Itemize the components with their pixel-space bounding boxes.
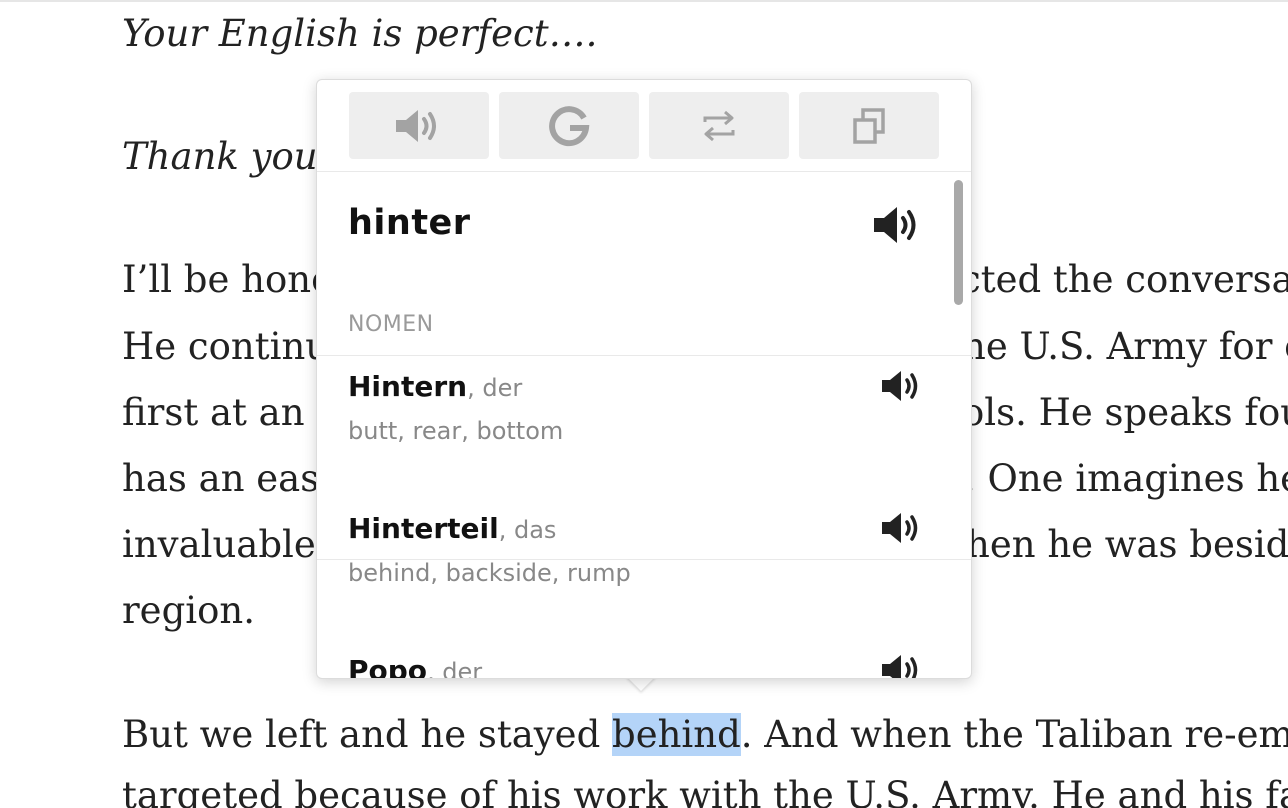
entry-translations: butt, rear, bottom: [348, 417, 564, 445]
headword-speaker-icon[interactable]: [872, 204, 924, 246]
article-line: first at an a: [122, 391, 339, 434]
google-translate-button[interactable]: [499, 92, 639, 159]
article-line: region.: [122, 589, 255, 632]
entry-translations: behind, backside, rump: [348, 559, 631, 587]
entry-headword: Hintern: [348, 370, 468, 403]
article-line: invaluable: [122, 523, 316, 566]
article-line: cted the conversa: [960, 258, 1288, 301]
speaker-icon: [396, 109, 436, 142]
swap-languages-button[interactable]: [649, 92, 789, 159]
entry-speaker-icon[interactable]: [880, 510, 924, 546]
part-of-speech-label: NOMEN: [348, 312, 434, 337]
copy-icon: [853, 107, 885, 144]
entry-word: Popo, der: [348, 654, 482, 678]
definitions-list[interactable]: hinter NOMEN Hintern, der butt, rear, bo…: [317, 172, 971, 678]
article-line: But we left and he stayed behind. And wh…: [122, 711, 1288, 759]
article-line: . One imagines he: [964, 457, 1288, 500]
copy-button[interactable]: [799, 92, 939, 159]
article-line: he U.S. Army for e: [962, 325, 1288, 368]
article-line: targeted because of his work with the U.…: [122, 774, 1288, 808]
headword: hinter: [348, 203, 471, 243]
article-line: ols. He speaks fou: [962, 391, 1288, 434]
entry-speaker-icon[interactable]: [880, 652, 924, 678]
entry-word: Hintern, der: [348, 370, 522, 403]
dictionary-popup: hinter NOMEN Hintern, der butt, rear, bo…: [316, 79, 972, 679]
article-line: He continu: [122, 325, 330, 368]
entry-speaker-icon[interactable]: [880, 368, 924, 404]
google-icon: [549, 105, 590, 146]
scrollbar-thumb[interactable]: [954, 180, 963, 305]
article-line: hen he was besid: [966, 523, 1288, 566]
article-line: has an easy: [122, 457, 341, 500]
entry-headword: Hinterteil: [348, 512, 499, 545]
swap-arrows-icon: [703, 110, 735, 141]
article-line: Your English is perfect….: [122, 12, 598, 55]
speak-button[interactable]: [349, 92, 489, 159]
entry-gender: , der: [427, 658, 483, 678]
article-line: I’ll be hone: [122, 258, 333, 301]
article-line: Thank you.: [122, 135, 330, 178]
entry-word: Hinterteil, das: [348, 512, 556, 545]
entry-gender: , der: [467, 374, 523, 402]
divider: [317, 355, 971, 356]
entry-headword: Popo: [348, 654, 428, 678]
entry-gender: , das: [498, 516, 557, 544]
article-text: . And when the Taliban re-emer: [740, 713, 1288, 756]
article-text: But we left and he stayed: [122, 713, 613, 756]
selected-word[interactable]: behind: [612, 713, 741, 756]
popup-toolbar: [317, 80, 971, 172]
